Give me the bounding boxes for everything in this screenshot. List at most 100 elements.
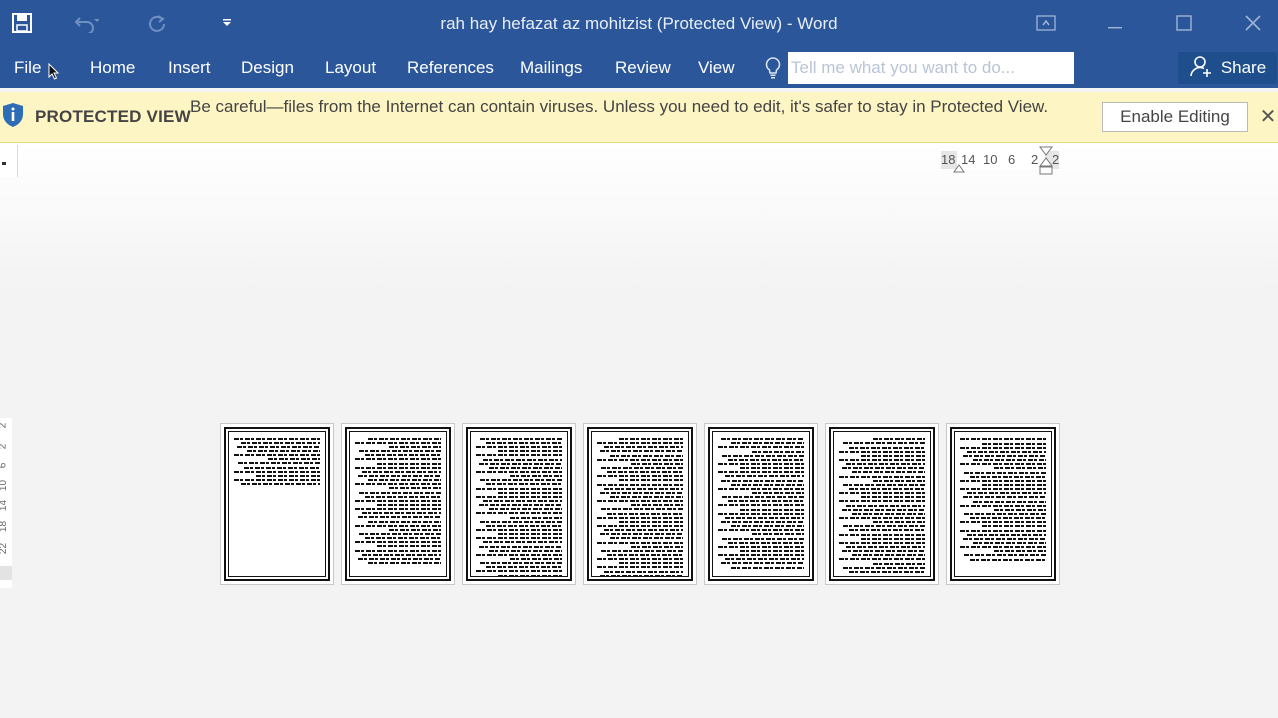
- text-line: [718, 513, 804, 515]
- text-line: [845, 546, 925, 548]
- minimize-icon[interactable]: [1092, 6, 1138, 40]
- text-line: [873, 563, 925, 565]
- text-line: [972, 542, 1046, 544]
- text-line: [597, 459, 683, 461]
- tab-references[interactable]: References: [407, 56, 494, 80]
- text-line: [851, 471, 925, 473]
- text-line: [718, 471, 804, 473]
- vruler-number: 2: [0, 444, 8, 450]
- text-line: [367, 521, 441, 523]
- text-line: [718, 554, 804, 556]
- text-line: [498, 575, 562, 576]
- text-line: [960, 505, 1046, 507]
- text-line: [960, 521, 1046, 523]
- text-line: [256, 475, 320, 477]
- text-line: [476, 446, 562, 448]
- page-thumbnail[interactable]: [220, 423, 334, 585]
- text-line: [962, 455, 1046, 457]
- text-line: [740, 467, 804, 469]
- enable-editing-button[interactable]: Enable Editing: [1102, 102, 1248, 132]
- text-line: [728, 542, 804, 544]
- text-line: [599, 450, 683, 452]
- text-line: [603, 446, 683, 448]
- text-line: [607, 471, 683, 473]
- text-line: [482, 459, 562, 461]
- page-thumbnail[interactable]: [946, 423, 1060, 585]
- text-line: [740, 509, 804, 511]
- text-line: [498, 492, 562, 494]
- tab-review[interactable]: Review: [615, 56, 671, 80]
- text-line: [752, 492, 804, 494]
- text-line: [839, 492, 925, 494]
- protected-view-message: Be careful—files from the Internet can c…: [190, 97, 1049, 116]
- text-line: [964, 554, 1046, 556]
- tell-me-input[interactable]: [788, 52, 1074, 84]
- title-bar: rah hay hefazat az mohitzist (Protected …: [0, 0, 1278, 48]
- close-icon[interactable]: [1230, 6, 1276, 40]
- vruler-number: 2: [0, 423, 8, 429]
- text-line: [478, 463, 562, 465]
- text-line: [597, 484, 683, 486]
- text-line: [365, 496, 441, 498]
- text-line: [234, 438, 320, 440]
- document-area[interactable]: 18 14 10 6 2 2 2 2 6 10 14 18 22: [0, 143, 1278, 718]
- text-line: [718, 488, 804, 490]
- text-line: [234, 454, 320, 456]
- text-line: [355, 458, 441, 460]
- protected-view-bar: PROTECTED VIEW Be careful—files from the…: [0, 92, 1278, 143]
- text-line: [476, 454, 562, 456]
- text-line: [597, 558, 683, 560]
- page-thumbnail[interactable]: [583, 423, 697, 585]
- text-line: [619, 479, 683, 481]
- text-line: [861, 538, 925, 540]
- page-thumbnail[interactable]: [825, 423, 939, 585]
- text-line: [607, 513, 683, 515]
- text-line: [359, 450, 441, 452]
- text-line: [841, 550, 925, 552]
- mouse-cursor-icon: [48, 62, 60, 86]
- tab-mailings[interactable]: Mailings: [520, 56, 582, 80]
- text-line: [962, 496, 1046, 498]
- text-line: [486, 483, 562, 485]
- text-line: [839, 517, 925, 519]
- text-line: [728, 459, 804, 461]
- text-line: [486, 525, 562, 527]
- hanging-indent-marker-icon[interactable]: [1039, 146, 1053, 179]
- text-line: [851, 513, 925, 515]
- text-line: [603, 529, 683, 531]
- text-line: [718, 546, 804, 548]
- page-thumbnails: [220, 423, 1062, 585]
- vertical-ruler: 2 2 6 10 14 18 22: [0, 418, 12, 588]
- text-line: [970, 517, 1046, 519]
- ribbon-display-options-icon[interactable]: [1023, 6, 1069, 40]
- text-line: [476, 496, 562, 498]
- protected-view-close-icon[interactable]: ✕: [1258, 104, 1278, 128]
- text-line: [377, 545, 441, 547]
- tab-file[interactable]: File: [14, 56, 41, 80]
- text-line: [377, 463, 441, 465]
- text-line: [845, 505, 925, 507]
- text-line: [365, 537, 441, 539]
- text-line: [599, 492, 683, 494]
- tab-view[interactable]: View: [698, 56, 735, 80]
- tab-design[interactable]: Design: [241, 56, 294, 80]
- text-line: [480, 438, 562, 440]
- text-line: [482, 541, 562, 543]
- tab-layout[interactable]: Layout: [325, 56, 376, 80]
- page-thumbnail[interactable]: [704, 423, 818, 585]
- maximize-icon[interactable]: [1161, 6, 1207, 40]
- share-button[interactable]: Share: [1178, 52, 1277, 84]
- text-line: [476, 537, 562, 539]
- text-line: [960, 463, 1046, 465]
- page-thumbnail[interactable]: [341, 423, 455, 585]
- tab-home[interactable]: Home: [90, 56, 135, 80]
- page-thumbnail[interactable]: [462, 423, 576, 585]
- text-line: [730, 442, 804, 444]
- text-line: [970, 559, 1046, 561]
- tab-insert[interactable]: Insert: [168, 56, 211, 80]
- text-line: [873, 480, 925, 482]
- text-line: [839, 534, 925, 536]
- text-line: [960, 480, 1046, 482]
- text-line: [724, 475, 804, 477]
- indent-marker-icon[interactable]: [953, 161, 965, 176]
